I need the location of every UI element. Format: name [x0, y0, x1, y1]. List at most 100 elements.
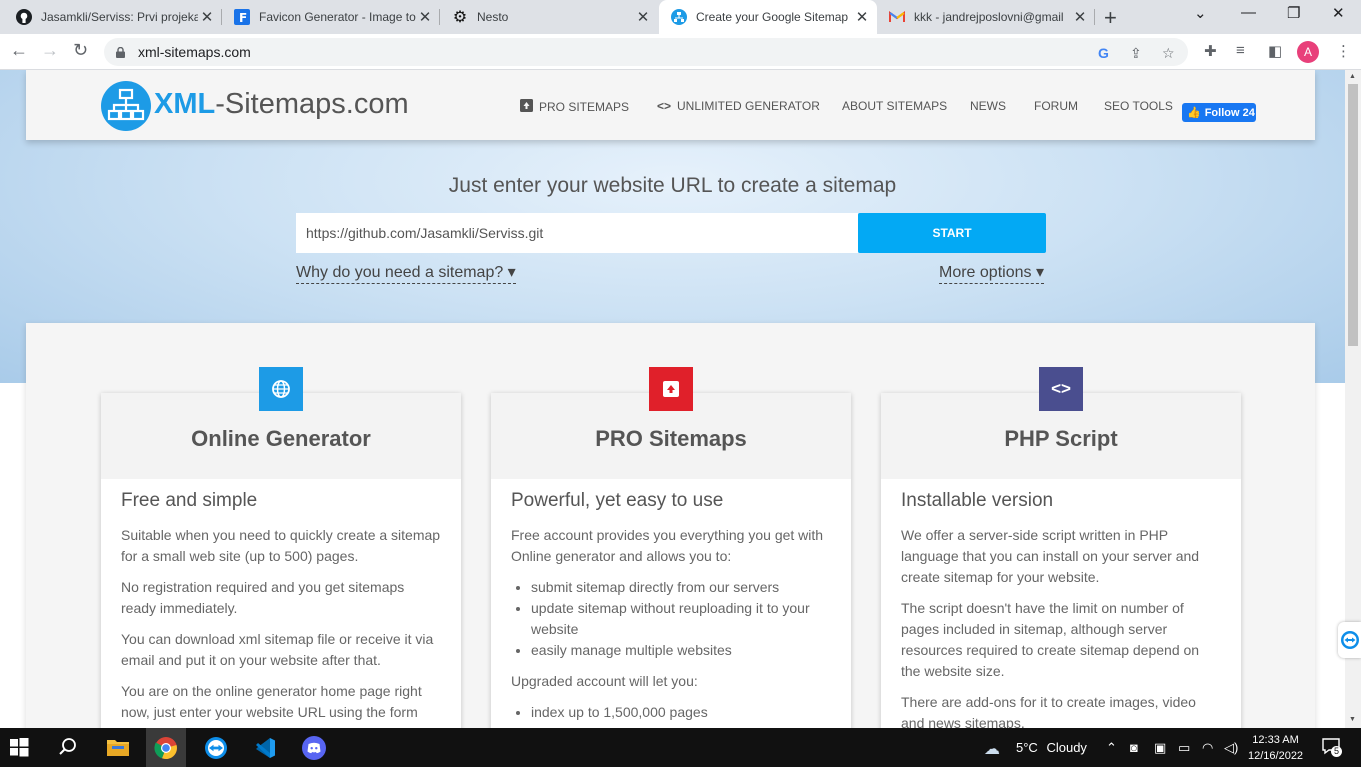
tab-title: Nesto — [477, 10, 509, 24]
more-options-link[interactable]: More options ▾ — [939, 262, 1044, 284]
svg-text:F: F — [239, 11, 247, 25]
back-arrow-icon[interactable]: ← — [10, 40, 28, 61]
profile-avatar[interactable]: A — [1297, 41, 1319, 63]
meet-now-icon[interactable]: ◙ — [1130, 740, 1138, 755]
cloud-weather-icon[interactable]: ☁ — [984, 739, 1000, 759]
thumbs-up-icon: 👍 — [1187, 107, 1201, 119]
close-tab-icon[interactable]: ✕ — [634, 8, 652, 26]
weather-text[interactable]: 5°C Cloudy — [1016, 740, 1087, 755]
discord-icon[interactable] — [302, 736, 326, 760]
windows-start-icon[interactable] — [8, 736, 32, 760]
teamviewer-icon[interactable] — [204, 736, 228, 760]
card-paragraph: Free account provides you everything you… — [511, 527, 824, 564]
card-title[interactable]: Online Generator — [101, 426, 461, 452]
vscode-icon[interactable] — [253, 736, 277, 760]
minimize-icon[interactable]: — — [1241, 4, 1256, 21]
list-item: submit sitemap directly from our servers — [531, 577, 831, 598]
scrollbar-thumb[interactable] — [1348, 84, 1358, 346]
card-pro-sitemaps: PRO Sitemaps Powerful, yet easy to use F… — [491, 367, 851, 728]
reload-icon[interactable]: ↻ — [73, 40, 88, 61]
close-tab-icon[interactable]: ✕ — [853, 8, 871, 26]
card-body: Powerful, yet easy to use Free account p… — [511, 489, 831, 728]
address-url: xml-sitemaps.com — [138, 44, 251, 60]
battery-icon[interactable]: ▭ — [1178, 740, 1190, 756]
chrome-icon — [154, 737, 177, 760]
website-url-input[interactable] — [296, 213, 858, 253]
address-bar[interactable]: xml-sitemaps.com G ⇪ ☆ — [104, 38, 1188, 66]
tab-gmail[interactable]: kkk - jandrejposlovni@gmail ✕ — [877, 0, 1095, 34]
tab-title: Favicon Generator - Image to — [259, 10, 416, 24]
nav-forum[interactable]: FORUM — [1034, 99, 1078, 113]
nav-pro-sitemaps[interactable]: PRO SITEMAPS — [520, 99, 629, 115]
bookmark-star-icon[interactable]: ☆ — [1162, 45, 1175, 62]
nav-about-sitemaps[interactable]: ABOUT SITEMAPS — [842, 99, 947, 113]
tab-xml-sitemaps[interactable]: Create your Google Sitemap ✕ — [659, 0, 877, 34]
security-tray-icon[interactable]: ▣ — [1154, 740, 1166, 756]
code-icon: <> — [657, 99, 672, 113]
card-title[interactable]: PRO Sitemaps — [491, 426, 851, 452]
share-icon[interactable]: ⇪ — [1130, 45, 1142, 62]
search-icon[interactable] — [57, 736, 81, 760]
media-queue-icon[interactable]: ≡ — [1236, 42, 1245, 59]
notification-count: 5 — [1331, 746, 1342, 757]
hero-tagline: Just enter your website URL to create a … — [448, 174, 897, 197]
nav-label: NEWS — [970, 99, 1006, 113]
tab-search-chevron-icon[interactable]: ⌄ — [1194, 4, 1207, 22]
products-panel: Online Generator Free and simple Suitabl… — [26, 323, 1315, 728]
tab-nesto[interactable]: ⚙ Nesto ✕ — [440, 0, 658, 34]
lock-icon — [116, 45, 125, 58]
close-tab-icon[interactable]: ✕ — [416, 8, 434, 26]
upgrade-list: index up to 1,500,000 pages — [531, 702, 831, 723]
site-header: XML-Sitemaps.com PRO SITEMAPS <> UNLIMIT… — [26, 70, 1315, 140]
forward-arrow-icon[interactable]: → — [41, 40, 59, 61]
extensions-puzzle-icon[interactable]: ✚ — [1204, 42, 1217, 60]
nav-label: ABOUT SITEMAPS — [842, 99, 948, 113]
card-paragraph: There are add-ons for it to create image… — [901, 694, 1196, 728]
nav-label: FORUM — [1034, 99, 1078, 113]
card-title[interactable]: PHP Script — [881, 426, 1241, 452]
start-button[interactable]: START — [858, 213, 1046, 253]
restore-icon[interactable]: ❐ — [1287, 4, 1300, 22]
nav-news[interactable]: NEWS — [970, 99, 1006, 113]
card-paragraph: The script doesn't have the limit on num… — [901, 600, 1200, 679]
tray-overflow-chevron-icon[interactable]: ⌃ — [1106, 740, 1117, 756]
menu-kebab-icon[interactable]: ⋮ — [1336, 42, 1351, 60]
why-sitemap-link[interactable]: Why do you need a sitemap? ▾ — [296, 262, 516, 284]
nav-seo-tools[interactable]: SEO TOOLS — [1104, 99, 1173, 113]
close-window-icon[interactable]: ✕ — [1332, 4, 1345, 22]
gmail-icon — [889, 9, 905, 25]
card-paragraph: You are on the online generator home pag… — [121, 683, 422, 720]
chrome-taskbar-button[interactable] — [146, 728, 186, 767]
scroll-down-arrow-icon[interactable]: ▼ — [1349, 716, 1356, 723]
file-explorer-icon[interactable] — [106, 736, 130, 760]
browser-tab-strip: Jasamkli/Serviss: Prvi projeka ✕ F Favic… — [0, 0, 1361, 34]
wifi-icon[interactable]: ◠ — [1202, 740, 1213, 756]
card-paragraph: You can download xml sitemap file or rec… — [121, 631, 434, 668]
notifications-button[interactable]: 5 — [1322, 737, 1342, 758]
taskbar-clock[interactable]: 12:33 AM 12/16/2022 — [1248, 732, 1303, 764]
card-paragraph: No registration required and you get sit… — [121, 579, 405, 616]
side-panel-icon[interactable]: ◧ — [1268, 42, 1282, 60]
volume-icon[interactable]: ◁) — [1224, 740, 1238, 756]
tab-github[interactable]: Jasamkli/Serviss: Prvi projeka ✕ — [4, 0, 222, 34]
tab-title: Create your Google Sitemap — [696, 10, 849, 24]
teamviewer-float-icon[interactable] — [1338, 622, 1361, 658]
close-tab-icon[interactable]: ✕ — [198, 8, 216, 26]
pro-sitemaps-icon — [520, 99, 533, 115]
fb-follow-label: Follow 24 — [1204, 106, 1255, 119]
card-subtitle: Free and simple — [121, 490, 258, 511]
card-paragraph: We offer a server-side script written in… — [901, 527, 1200, 585]
site-logo-text[interactable]: XML-Sitemaps.com — [154, 88, 409, 121]
list-item: update sitemap without reuploading it to… — [531, 598, 831, 640]
sitemap-logo-icon[interactable] — [101, 81, 151, 131]
scroll-up-arrow-icon[interactable]: ▲ — [1349, 73, 1356, 80]
nav-unlimited-generator[interactable]: <> UNLIMITED GENERATOR — [657, 99, 820, 113]
close-tab-icon[interactable]: ✕ — [1071, 8, 1089, 26]
favicon-generator-icon: F — [234, 9, 250, 25]
new-tab-plus-icon[interactable]: + — [1104, 5, 1117, 31]
google-lens-icon[interactable]: G — [1098, 45, 1109, 61]
facebook-follow-button[interactable]: 👍 Follow 24 — [1182, 103, 1256, 122]
web-page: XML-Sitemaps.com PRO SITEMAPS <> UNLIMIT… — [0, 70, 1345, 728]
tab-favicon-generator[interactable]: F Favicon Generator - Image to ✕ — [222, 0, 440, 34]
card-body: Installable version We offer a server-si… — [901, 489, 1221, 728]
